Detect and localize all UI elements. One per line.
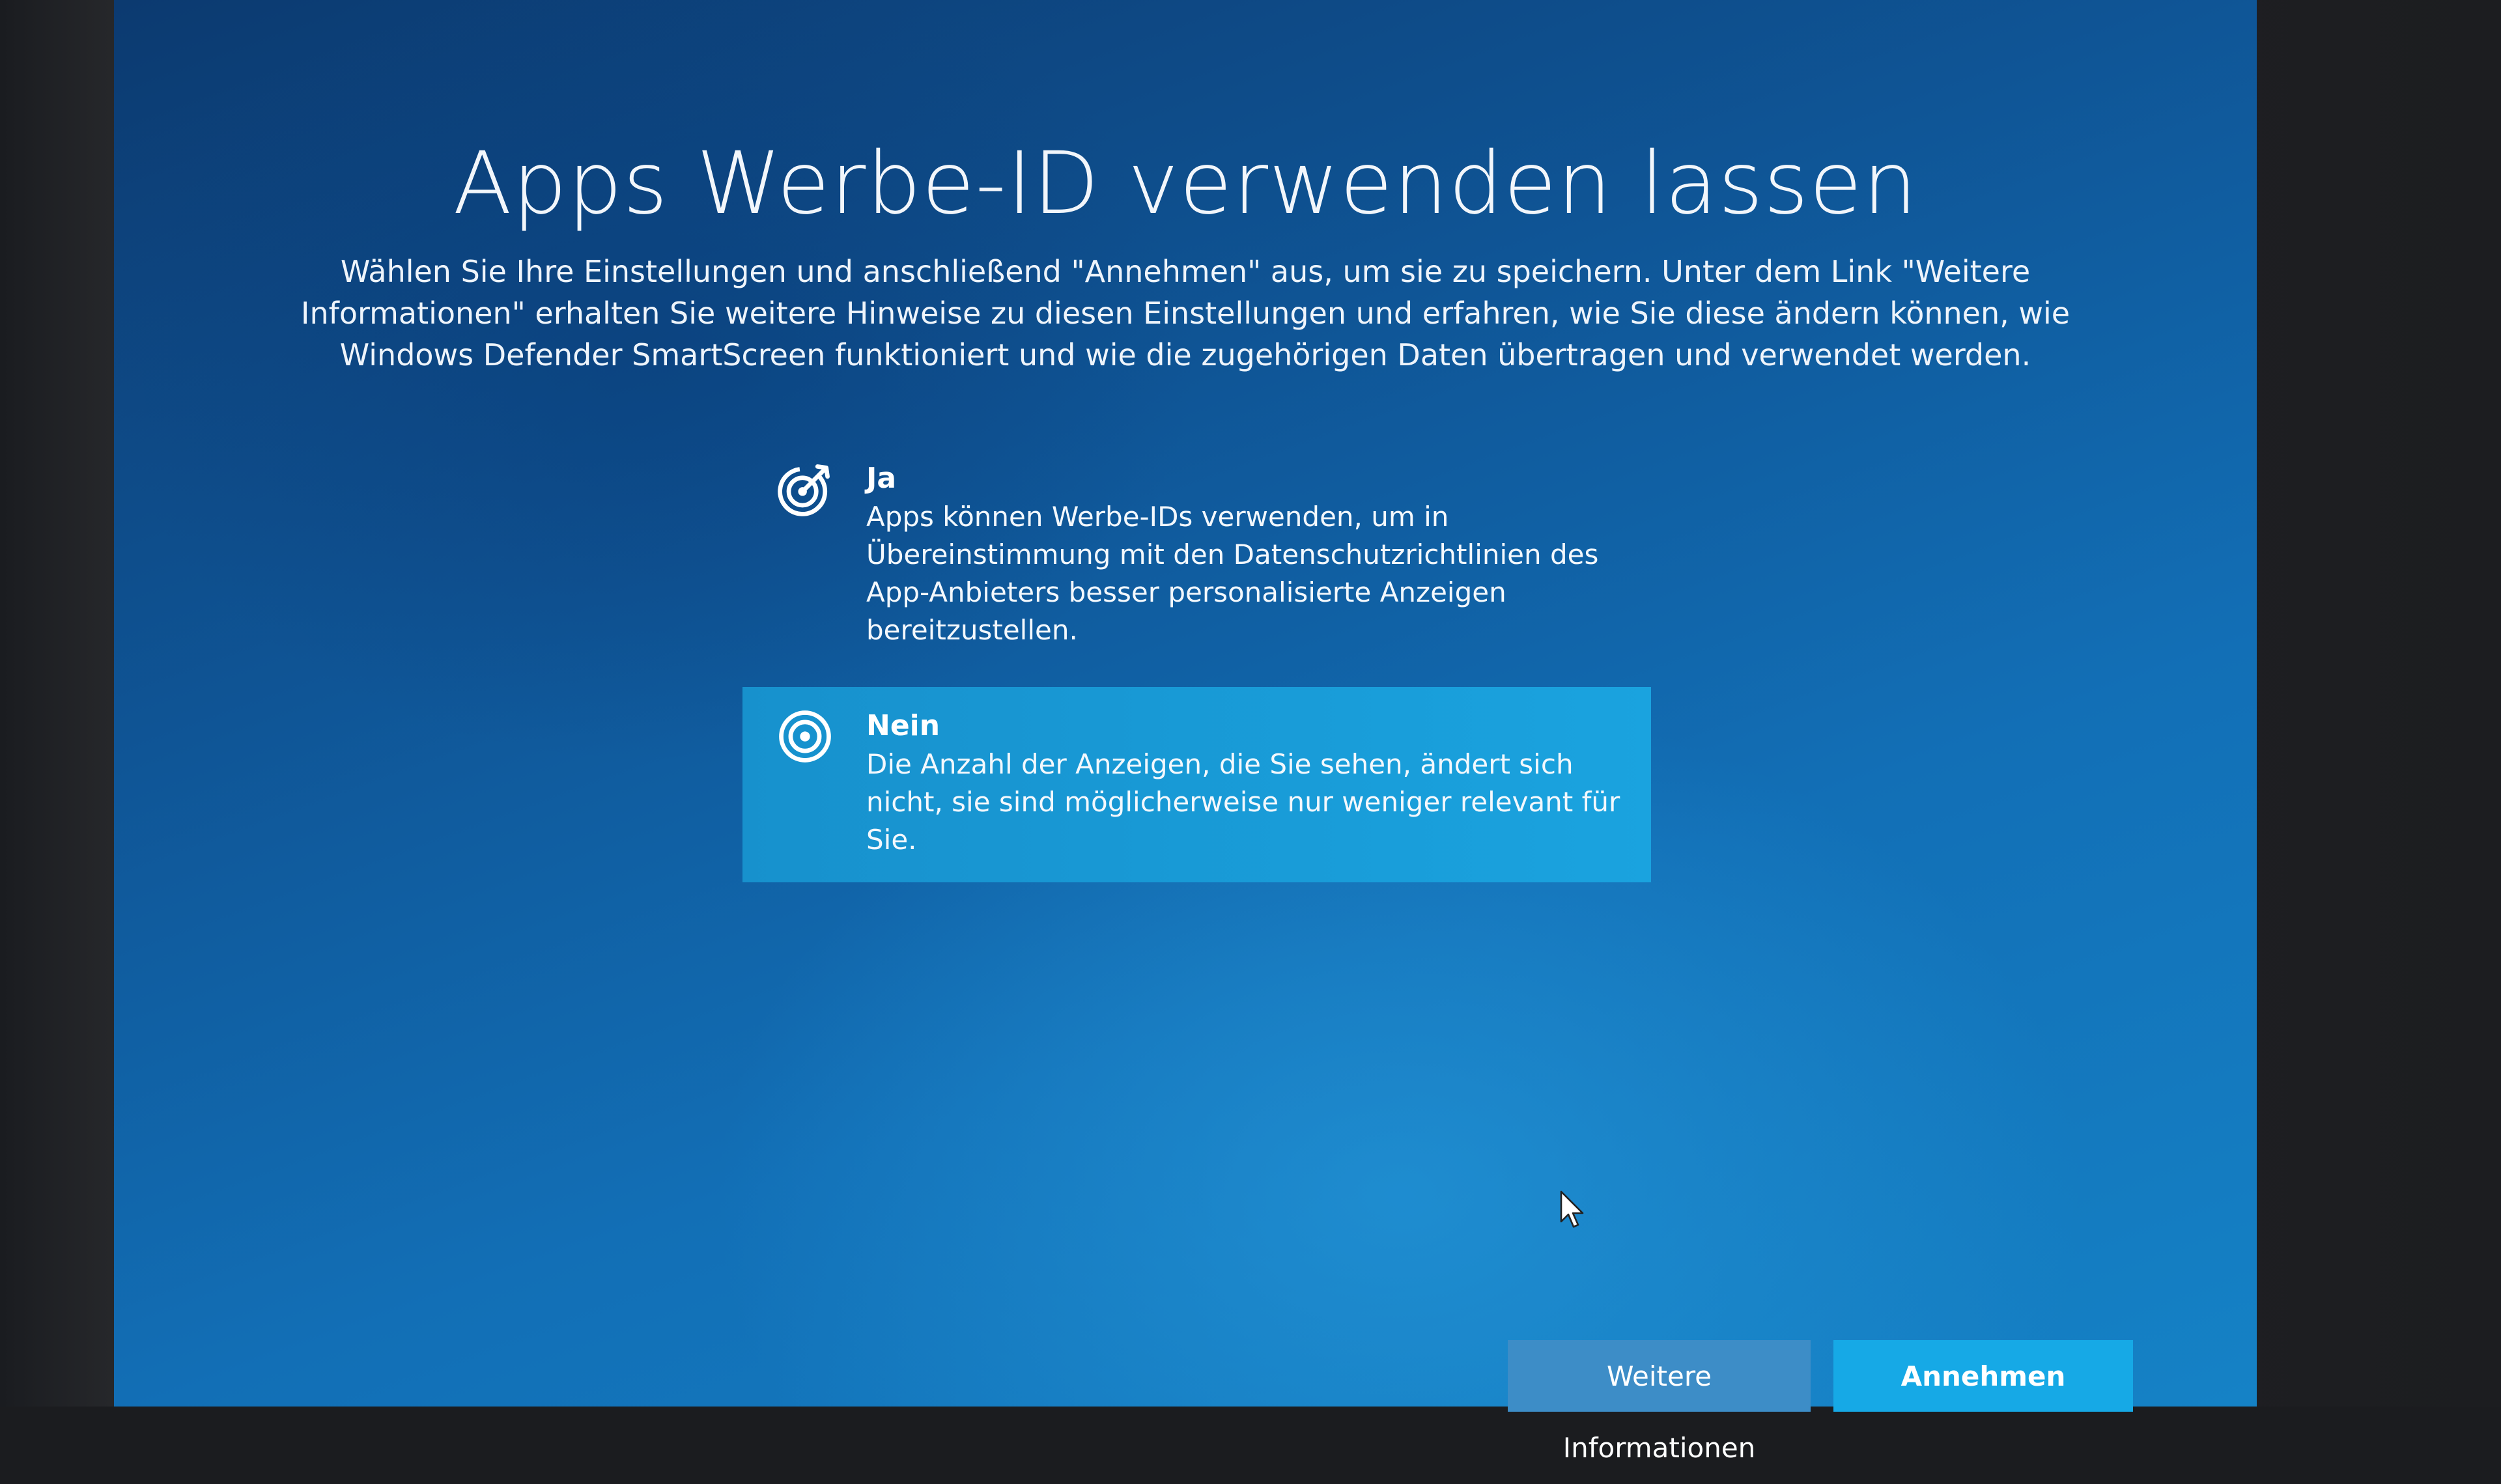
- option-no[interactable]: Nein Die Anzahl der Anzeigen, die Sie se…: [742, 687, 1651, 882]
- more-info-button[interactable]: Weitere Informationen: [1508, 1340, 1811, 1464]
- target-arrow-icon: [778, 464, 830, 516]
- page-description: Wählen Sie Ihre Einstellungen und anschl…: [300, 254, 2070, 372]
- oobe-screen: Apps Werbe-ID verwenden lassen Wählen Si…: [114, 0, 2257, 1464]
- accept-button[interactable]: Annehmen: [1833, 1340, 2133, 1412]
- page-title: Apps Werbe-ID verwenden lassen: [453, 133, 1918, 234]
- option-no-text: Die Anzahl der Anzeigen, die Sie sehen, …: [866, 748, 1620, 856]
- option-yes-text: Apps können Werbe-IDs verwenden, um in Ü…: [866, 501, 1599, 646]
- target-icon: [779, 710, 831, 763]
- mouse-cursor-icon: [1560, 1190, 1584, 1228]
- options-list: Ja Apps können Werbe-IDs verwenden, um i…: [742, 440, 1651, 897]
- option-yes-label: Ja: [866, 462, 897, 495]
- option-no-label: Nein: [866, 709, 940, 742]
- option-yes[interactable]: Ja Apps können Werbe-IDs verwenden, um i…: [742, 440, 1651, 673]
